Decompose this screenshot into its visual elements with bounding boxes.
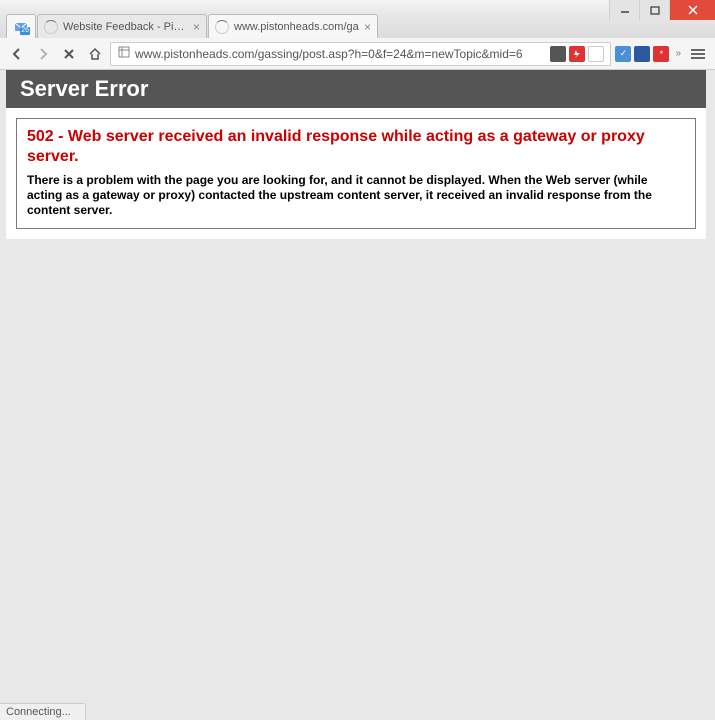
status-text: Connecting... (6, 706, 71, 718)
error-description: There is a problem with the page you are… (27, 173, 685, 218)
tab-pistonheads-active[interactable]: www.pistonheads.com/ga × (208, 14, 378, 38)
url-text: www.pistonheads.com/gassing/post.asp?h=0… (135, 47, 546, 61)
error-panel: 502 - Web server received an invalid res… (6, 108, 706, 239)
hamburger-icon (691, 49, 705, 59)
minimize-button[interactable] (609, 0, 639, 20)
page-title: Server Error (6, 70, 706, 108)
pinned-tab-mail[interactable]: 26 (6, 14, 36, 38)
home-button[interactable] (84, 43, 106, 65)
error-heading: 502 - Web server received an invalid res… (27, 127, 685, 167)
toolbar-extensions: ✓ * (615, 46, 669, 62)
navigation-toolbar: www.pistonheads.com/gassing/post.asp?h=0… (0, 38, 715, 70)
status-bar: Connecting... (0, 703, 86, 720)
maximize-button[interactable] (639, 0, 669, 20)
extension-icon[interactable]: ✓ (615, 46, 631, 62)
window-titlebar (0, 0, 715, 12)
tab-close-icon[interactable]: × (193, 20, 200, 34)
extension-icon[interactable] (550, 46, 566, 62)
extension-icon[interactable] (634, 46, 650, 62)
calendar-badge: 26 (20, 27, 30, 35)
page-viewport: Server Error 502 - Web server received a… (0, 70, 712, 700)
mail-icon: 26 (14, 20, 28, 34)
extension-icon[interactable] (588, 46, 604, 62)
extension-flash-icon[interactable] (569, 46, 585, 62)
stop-button[interactable] (58, 43, 80, 65)
tab-title: Website Feedback - Piston (63, 21, 188, 33)
extension-icons (550, 46, 604, 62)
tab-title: www.pistonheads.com/ga (234, 21, 359, 33)
chevron-right-icon[interactable]: » (673, 48, 683, 59)
tab-website-feedback[interactable]: Website Feedback - Piston × (37, 14, 207, 38)
error-box: 502 - Web server received an invalid res… (16, 118, 696, 229)
loading-spinner-icon (44, 20, 58, 34)
tab-strip: 26 Website Feedback - Piston × www.pisto… (0, 12, 715, 38)
back-button[interactable] (6, 43, 28, 65)
tab-close-icon[interactable]: × (364, 20, 371, 34)
address-bar[interactable]: www.pistonheads.com/gassing/post.asp?h=0… (110, 42, 611, 66)
loading-spinner-icon (215, 20, 229, 34)
forward-button[interactable] (32, 43, 54, 65)
close-button[interactable] (669, 0, 715, 20)
menu-button[interactable] (687, 43, 709, 65)
window-controls (609, 0, 715, 20)
globe-icon (117, 45, 131, 62)
extension-asterisk-icon[interactable]: * (653, 46, 669, 62)
